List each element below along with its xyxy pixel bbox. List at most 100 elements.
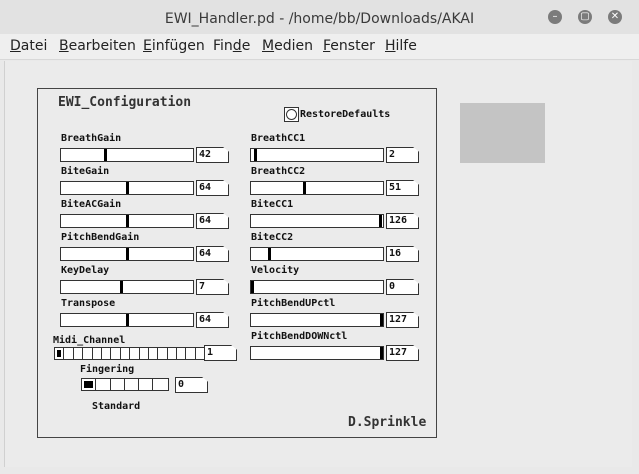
slider-knob[interactable] [380,314,383,326]
restore-defaults-bang[interactable] [284,107,299,122]
pitchbenddownctl-slider[interactable] [250,346,384,360]
keydelay-slider[interactable] [60,280,194,294]
bitegain-number[interactable]: 64 [196,180,229,196]
pitchbendupctl-slider[interactable] [250,313,384,327]
slider-knob[interactable] [251,281,254,293]
pitchbenddownctl-label: PitchBendDOWNctl [251,331,348,342]
bitecc1-label: BiteCC1 [251,199,294,210]
ewi-configuration-panel: EWI_Configuration RestoreDefaults Breath… [37,88,437,438]
radio-cell[interactable] [96,379,111,390]
transpose-slider[interactable] [60,313,194,327]
radio-cell[interactable] [186,348,196,359]
fingering-radio[interactable] [81,378,169,391]
slider-knob[interactable] [379,215,382,227]
radio-cell[interactable] [55,348,65,359]
slider-knob[interactable] [120,281,123,293]
breathcc2-label: BreathCC2 [251,166,306,177]
breathcc2-slider[interactable] [250,181,384,195]
biteacgain-number[interactable]: 64 [196,213,229,229]
bang-circle-icon [286,109,297,120]
slider-knob[interactable] [126,215,129,227]
radio-cell[interactable] [153,379,167,390]
bitecc2-slider[interactable] [250,247,384,261]
radio-cell[interactable] [102,348,112,359]
slider-knob[interactable] [380,347,383,359]
bitecc2-number[interactable]: 16 [386,246,419,262]
radio-cell[interactable] [140,348,149,359]
keydelay-number[interactable]: 7 [196,279,229,295]
radio-cell[interactable] [177,348,187,359]
slider-knob[interactable] [126,248,129,260]
bitecc1-number[interactable]: 126 [386,213,419,229]
biteacgain-label: BiteACGain [61,199,122,210]
pitchbendupctl-number[interactable]: 127 [386,312,419,328]
menu-item-6[interactable]: Hilfe [385,38,417,54]
pitchbendgain-slider[interactable] [60,247,194,261]
radio-cell[interactable] [111,348,121,359]
slider-knob[interactable] [303,182,306,194]
menu-item-2[interactable]: Einfügen [143,38,205,54]
radio-cell[interactable] [83,348,93,359]
velocity-slider[interactable] [250,280,384,294]
transpose-number[interactable]: 64 [196,312,229,328]
radio-cell[interactable] [158,348,168,359]
radio-cell[interactable] [111,379,125,390]
pitchbendgain-label: PitchBendGain [61,232,140,243]
menu-item-3[interactable]: Finde [213,38,250,54]
radio-cell[interactable] [125,379,140,390]
breathgain-number[interactable]: 42 [196,147,229,163]
close-button[interactable]: ✕ [608,10,622,24]
bitegain-label: BiteGain [61,166,110,177]
radio-cell[interactable] [139,379,154,390]
minimize-button[interactable]: – [548,10,562,24]
radio-cell[interactable] [149,348,159,359]
breathcc2-number[interactable]: 51 [386,180,419,196]
fingering-label: Fingering [80,364,135,375]
restore-defaults-label: RestoreDefaults [300,109,391,120]
grey-canvas-object[interactable] [460,103,545,163]
bitecc1-slider[interactable] [250,214,384,228]
radio-cell[interactable] [64,348,74,359]
velocity-number[interactable]: 0 [386,279,419,295]
author-label: D.Sprinkle [348,415,427,430]
pitchbendupctl-label: PitchBendUPctl [251,298,336,309]
breathgain-label: BreathGain [61,133,122,144]
breathcc1-slider[interactable] [250,148,384,162]
menu-item-4[interactable]: Medien [262,38,313,54]
keydelay-label: KeyDelay [61,265,110,276]
bitecc2-label: BiteCC2 [251,232,294,243]
radio-cell[interactable] [93,348,102,359]
midi-channel-radio[interactable] [54,347,207,360]
biteacgain-slider[interactable] [60,214,194,228]
menu-item-5[interactable]: Fenster [323,38,375,54]
slider-knob[interactable] [126,314,129,326]
fingering-mode-label: Standard [92,401,141,412]
menu-item-1[interactable]: Bearbeiten [59,38,136,54]
midi-channel-number[interactable]: 1 [204,345,237,361]
slider-knob[interactable] [254,149,257,161]
bitegain-slider[interactable] [60,181,194,195]
breathcc1-number[interactable]: 2 [386,147,419,163]
radio-cell[interactable] [74,348,84,359]
pitchbenddownctl-number[interactable]: 127 [386,345,419,361]
title-bar: EWI_Handler.pd - /home/bb/Downloads/AKAI… [0,0,639,34]
slider-knob[interactable] [104,149,107,161]
panel-title: EWI_Configuration [58,95,192,110]
breathgain-slider[interactable] [60,148,194,162]
midi-channel-label: Midi_Channel [53,335,126,346]
maximize-button[interactable]: ▢ [578,10,592,24]
pitchbendgain-number[interactable]: 64 [196,246,229,262]
window-title: EWI_Handler.pd - /home/bb/Downloads/AKAI [164,11,475,27]
velocity-label: Velocity [251,265,300,276]
transpose-label: Transpose [61,298,116,309]
slider-knob[interactable] [126,182,129,194]
slider-knob[interactable] [268,248,271,260]
radio-cell[interactable] [82,379,97,390]
radio-cell[interactable] [168,348,178,359]
radio-cell[interactable] [121,348,131,359]
radio-cell[interactable] [196,348,205,359]
menu-bar: Datei Bearbeiten Einfügen Finde Medien Fenste… [0,34,639,60]
menu-item-0[interactable]: Datei [10,38,47,54]
radio-cell[interactable] [130,348,140,359]
fingering-number[interactable]: 0 [175,377,208,393]
